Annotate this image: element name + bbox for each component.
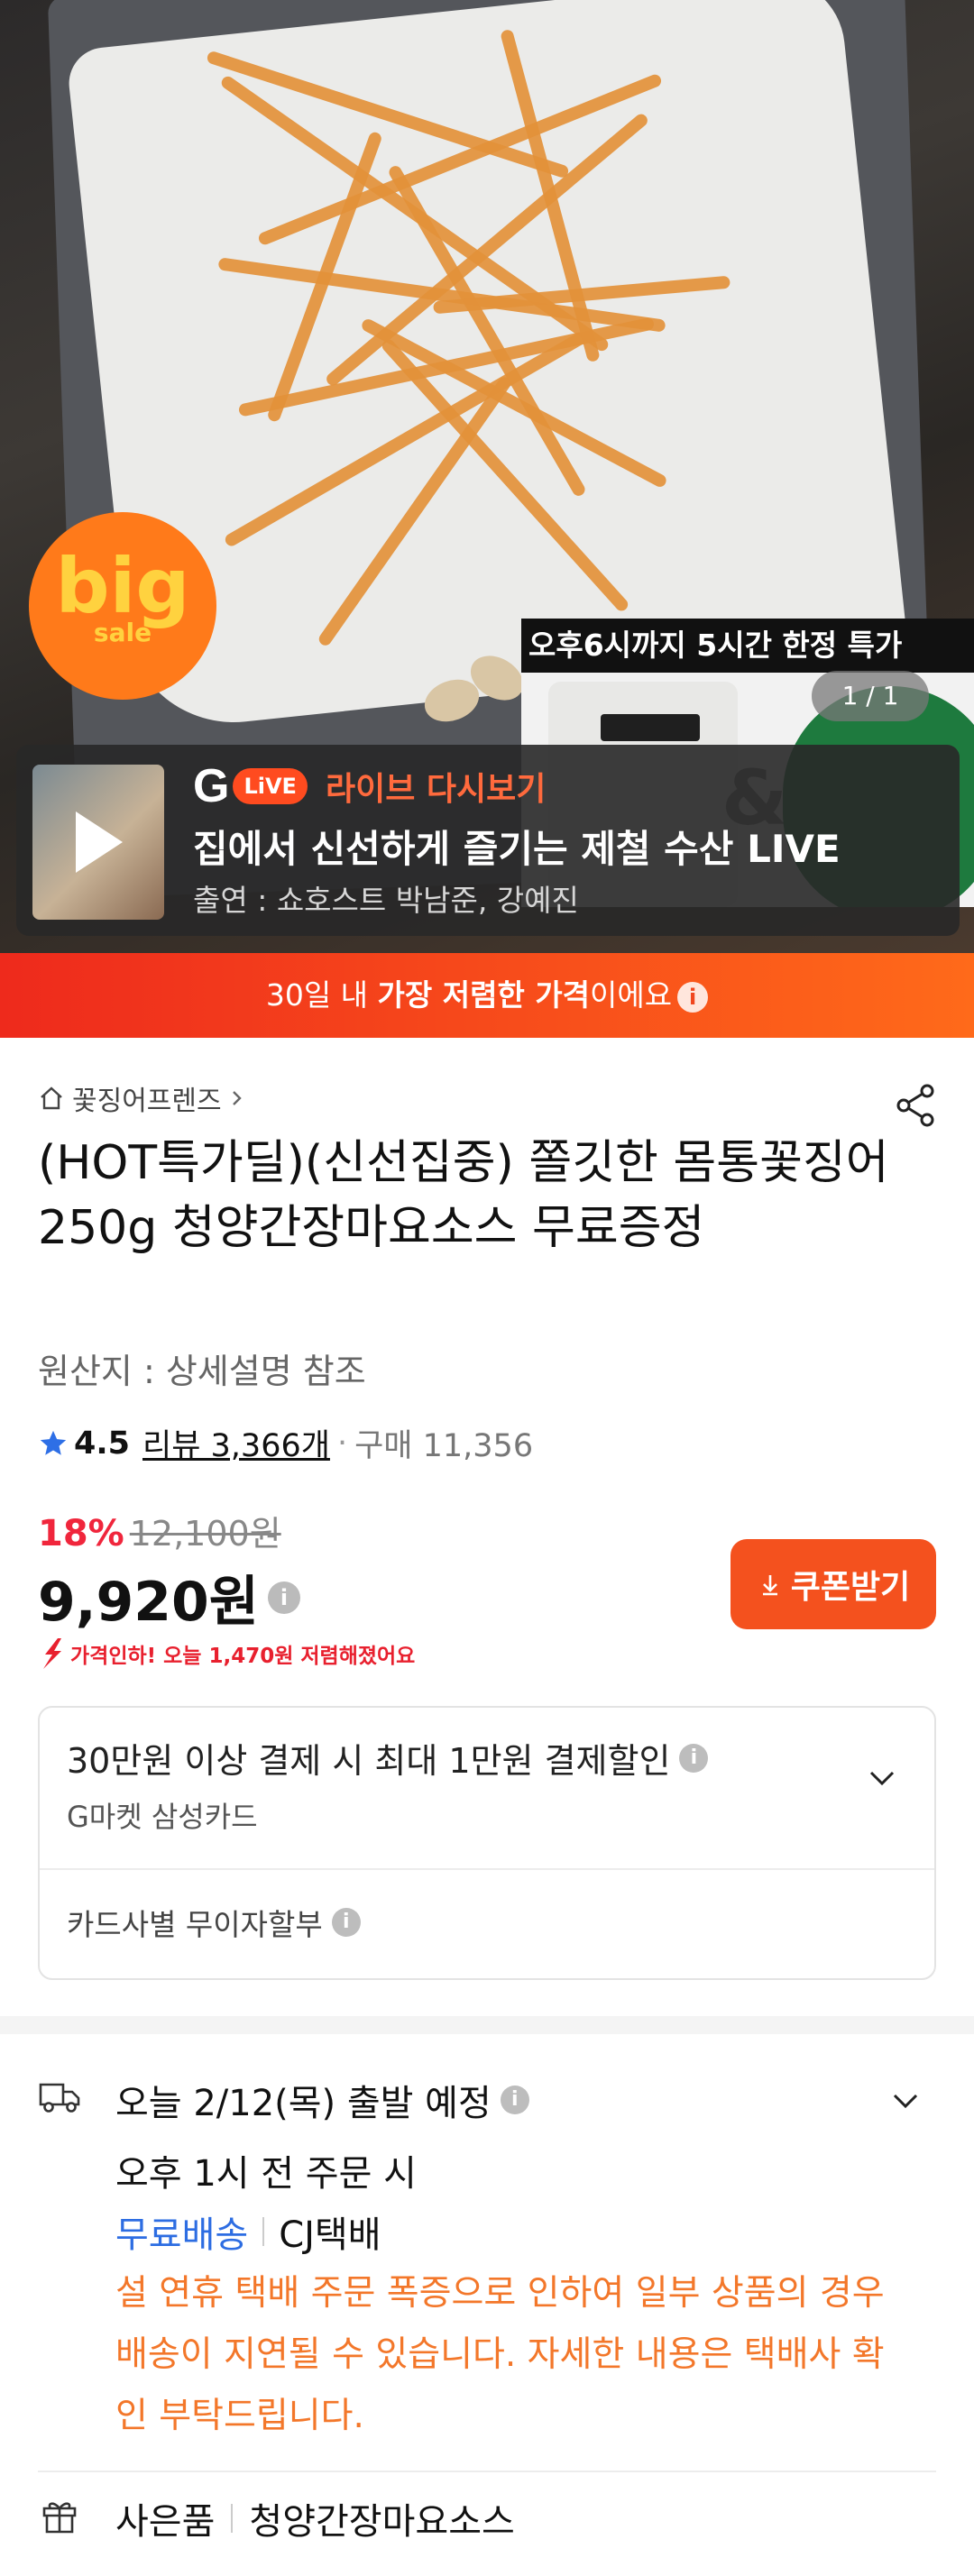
rating-row[interactable]: 4.5 리뷰 3,366개 · 구매 11,356 [38, 1420, 533, 1466]
slide-counter: 1 / 1 [812, 671, 929, 721]
card-discount-title: 30만원 이상 결제 시 최대 1만원 결제할인 [67, 1741, 671, 1781]
info-icon[interactable]: i [677, 981, 709, 1013]
divider [262, 2217, 265, 2246]
original-price: 12,100원 [129, 1514, 281, 1554]
big-sale-badge: big sale [29, 512, 216, 700]
installment-label: 카드사별 무이자할부 [67, 1907, 323, 1942]
live-pill: LiVE [233, 768, 308, 804]
price-down-arrow-icon [43, 1638, 61, 1669]
squid-pile-graphic [162, 28, 776, 648]
chevron-down-icon[interactable] [886, 2081, 925, 2121]
shop-link[interactable]: 꽃징어프렌즈 [38, 1078, 254, 1118]
live-brand: G LiVE 라이브 다시보기 [193, 760, 547, 812]
truck-icon [39, 2083, 80, 2113]
g-logo-icon: G [193, 760, 230, 812]
chevron-down-icon[interactable] [862, 1758, 902, 1798]
sale-price: 9,920원 [38, 1571, 259, 1634]
discount-percent: 18% [38, 1513, 124, 1554]
rating-score: 4.5 [74, 1425, 131, 1462]
live-kind-label: 라이브 다시보기 [325, 771, 547, 808]
info-icon[interactable]: i [679, 1743, 709, 1773]
order-cutoff-text: 오후 1시 전 주문 시 [115, 2153, 417, 2195]
price-info-icon[interactable]: i [268, 1581, 300, 1614]
review-count-link[interactable]: 리뷰 3,366개 [142, 1420, 330, 1466]
live-replay-card[interactable]: G LiVE 라이브 다시보기 집에서 신선하게 즐기는 제철 수산 LIVE … [16, 745, 960, 936]
gift-icon [42, 2502, 77, 2534]
lowest-price-banner[interactable]: 30일 내 가장 저렴한 가격이에요 i [0, 953, 974, 1038]
banner-text-strong: 가장 저렴한 가격 [377, 977, 591, 1013]
star-icon [40, 1430, 67, 1455]
shop-name: 꽃징어프렌즈 [72, 1086, 222, 1117]
carrier-name: CJ택배 [279, 2214, 381, 2256]
card-name: G마켓 삼성카드 [67, 1800, 258, 1834]
departure-text: 오늘 2/12(목) 출발 예정 [115, 2083, 492, 2124]
product-hero-image[interactable]: big sale 오후6시까지 5시간 한정 특가 & 1 / 1 G LiVE… [0, 0, 974, 953]
gift-value: 청양간장마요소스 [249, 2501, 515, 2543]
divider [40, 1868, 934, 1870]
banner-text-pre: 30일 내 [265, 977, 378, 1013]
price-row: 9,920원 i [38, 1558, 300, 1636]
live-cast: 출연 : 쇼호스트 박남준, 강예진 [193, 883, 579, 918]
divider [38, 2471, 936, 2472]
purchase-count: 구매 11,356 [354, 1428, 534, 1464]
info-icon[interactable]: i [500, 2086, 529, 2114]
price-drop-text: 가격인하! 오늘 1,470원 저렴해졌어요 [70, 1645, 416, 1668]
product-title: (HOT특가딜)(신선집중) 쫄깃한 몸통꽃징어 250g 청양간장마요소스 무… [38, 1136, 889, 1255]
home-icon [41, 1086, 62, 1110]
share-icon[interactable] [893, 1082, 940, 1129]
carrier-row: 무료배송 CJ택배 [115, 2205, 381, 2258]
coupon-button[interactable]: 쿠폰받기 [730, 1539, 936, 1629]
coupon-label: 쿠폰받기 [790, 1569, 911, 1606]
live-thumbnail[interactable] [32, 765, 164, 920]
separator-dot: · [336, 1425, 348, 1462]
play-icon [76, 811, 123, 873]
live-title: 집에서 신선하게 즐기는 제철 수산 LIVE [193, 827, 841, 871]
installment-row[interactable]: 카드사별 무이자할부 i [67, 1901, 361, 1944]
price-drop-notice: 가격인하! 오늘 1,470원 저렴해졌어요 [38, 1636, 415, 1671]
card-discount-row: 30만원 이상 결제 시 최대 1만원 결제할인 i [67, 1733, 709, 1783]
card-benefit-box[interactable]: 30만원 이상 결제 시 최대 1만원 결제할인 i G마켓 삼성카드 카드사별… [38, 1706, 936, 1980]
discount-row: 18% 12,100원 [38, 1506, 281, 1555]
shipping-delay-notice: 설 연휴 택배 주문 폭증으로 인하여 일부 상품의 경우 배송이 지연될 수 … [115, 2273, 885, 2436]
gift-label: 사은품 [115, 2501, 216, 2543]
section-gap [0, 2016, 974, 2034]
time-deal-label: 오후6시까지 5시간 한정 특가 [521, 619, 974, 673]
chevron-right-icon [232, 1091, 242, 1105]
divider [231, 2504, 234, 2533]
banner-text-post: 이에요 [590, 977, 673, 1013]
info-icon[interactable]: i [331, 1908, 361, 1937]
free-shipping-label: 무료배송 [115, 2214, 249, 2256]
badge-big-text: big [55, 542, 190, 630]
origin-text: 원산지 : 상세설명 참조 [38, 1352, 366, 1391]
departure-row: 오늘 2/12(목) 출발 예정 i [115, 2074, 529, 2126]
download-icon [762, 1575, 777, 1596]
